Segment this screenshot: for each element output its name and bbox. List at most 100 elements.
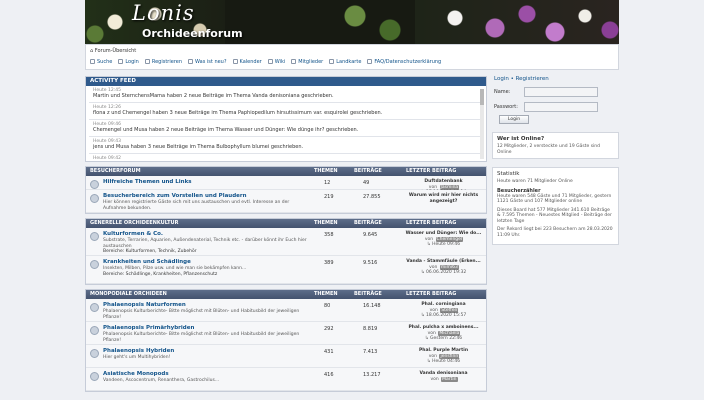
forum-read-icon	[90, 372, 99, 381]
register-link[interactable]: Registrieren	[516, 76, 549, 82]
name-input[interactable]	[524, 87, 598, 97]
forum-row[interactable]: Phalaenopsis Naturformen Phalaenopsis Kul…	[86, 299, 486, 322]
forum-row[interactable]: Besucherbereich zum Vorstellen und Plaud…	[86, 190, 486, 213]
orchid-image-right	[415, 0, 619, 44]
last-post-date-text[interactable]: Heute 04:46	[432, 359, 460, 364]
feed-scrollbar[interactable]	[480, 89, 484, 159]
nav-item[interactable]: Login	[118, 59, 139, 65]
forum-row[interactable]: Phalaenopsis Primärhybriden Phalaenopsis …	[86, 322, 486, 345]
last-post: Phal. pulcha x amboinens... von Michaela ↳…	[401, 325, 486, 342]
nav-item-label[interactable]: Wiki	[275, 59, 286, 65]
last-post-user[interactable]: Michaela	[438, 330, 461, 336]
forum-read-icon	[90, 232, 99, 241]
last-post-date[interactable]: ↳ Heute 09:46	[401, 242, 486, 248]
login-button[interactable]: Login	[499, 115, 529, 124]
feed-item[interactable]: Heute 12:45 Martin und SternchensMama hab…	[89, 88, 483, 103]
forum-row[interactable]: Phalaenopsis Hybriden Hier geht's um Mult…	[86, 345, 486, 368]
last-post-user[interactable]: Chemengel	[435, 236, 464, 242]
feed-text[interactable]: Chemengel und Musa haben 2 neue Beiträge…	[93, 127, 483, 133]
forum-category: MONOPODIALE ORCHIDEEN THEMEN BEITRÄGE LETZT…	[85, 289, 487, 392]
breadcrumb-label[interactable]: Forum-Übersicht	[95, 48, 137, 54]
feed-text[interactable]: flona z und Chemengel haben 3 neue Beitr…	[93, 110, 483, 116]
last-post-user[interactable]: jensfinn	[439, 353, 460, 359]
last-post-user[interactable]: Martin	[441, 376, 458, 382]
logo-script[interactable]: Lonis	[132, 1, 195, 25]
forum-row[interactable]: Krankheiten und Schädlinge Insekten, Milb…	[86, 256, 486, 284]
feed-item[interactable]: Heute 12:26 flona z und Chemengel haben 3…	[89, 105, 483, 120]
forum-title[interactable]: Phalaenopsis Hybriden	[103, 348, 174, 354]
nav-item-label[interactable]: Mitglieder	[298, 59, 323, 65]
leaf-image	[335, 0, 415, 44]
forum-posts-count: 7.413	[363, 349, 378, 355]
forum-topics-count: 219	[324, 194, 334, 200]
forum-topics-count: 416	[324, 372, 334, 378]
nav-item[interactable]: Mitglieder	[291, 59, 323, 65]
nav-item-label[interactable]: FAQ/Datenschutzerklärung	[374, 59, 441, 65]
forum-row[interactable]: Kulturformen & Co. Substrate, Terrarien, …	[86, 228, 486, 256]
category-title[interactable]: GENERELLE ORCHIDEENKULTUR	[90, 220, 178, 226]
feed-item[interactable]: Heute 09:46 Chemengel und Musa haben 2 ne…	[89, 122, 483, 137]
nav-links: Suche Login Registrieren Was ist neu? Kalend…	[90, 59, 441, 65]
nav-item[interactable]: Kalender	[232, 59, 262, 65]
forum-title[interactable]: Besucherbereich zum Vorstellen und Plaud…	[103, 193, 247, 199]
forum-description: Phalaenopsis Kulturberichte- Bitte mögli…	[103, 309, 308, 320]
col-last: LETZTER BEITRAG	[406, 291, 457, 297]
breadcrumb[interactable]: ⌂ Forum-Übersicht	[90, 48, 136, 54]
last-post-date[interactable]: ↳ 18.06.2020 15:57	[401, 313, 486, 319]
forum-subforums[interactable]: Bereiche: Schädlinge, Krankheiten, Pflan…	[103, 272, 308, 278]
last-post-user[interactable]: Jasmina	[439, 184, 460, 190]
nav-item[interactable]: Suche	[90, 59, 112, 65]
forum-topics-count: 12	[324, 180, 331, 186]
feed-text[interactable]: Martin und SternchensMama haben 2 neue B…	[93, 93, 483, 99]
feed-text[interactable]: jens und Musa haben 3 neue Beiträge im T…	[93, 144, 483, 150]
last-post-date-text[interactable]: Gestern 22:46	[430, 336, 462, 341]
forum-title[interactable]: Asiatische Monopods	[103, 371, 169, 377]
last-post-title[interactable]: Phal. pulcha x amboinens...	[401, 325, 486, 331]
last-post-user[interactable]: Steffen	[440, 307, 459, 313]
last-post-title[interactable]: Wasser und Dünger: Wie do...	[401, 231, 486, 237]
forum-subforums[interactable]: Bereiche: Kulturformen, Technik, Zubehör	[103, 249, 308, 255]
login-link[interactable]: Login	[494, 76, 509, 82]
last-post-title[interactable]: Vanda - Stammfäule (Erken...	[401, 259, 486, 265]
forum-title[interactable]: Kulturformen & Co.	[103, 231, 163, 237]
password-input[interactable]	[524, 102, 598, 112]
last-post-date[interactable]: ↳ Gestern 22:46	[401, 336, 486, 342]
forum-row[interactable]: Asiatische Monopods Vandeen, Ascocentrum,…	[86, 368, 486, 391]
category-title[interactable]: BESUCHERFORUM	[90, 168, 141, 174]
forum-row[interactable]: Hilfreiche Themen und Links 12 49 Duftdaten…	[86, 176, 486, 195]
last-post-date[interactable]: ↳ 06.06.2020 19:32	[401, 270, 486, 276]
last-post-date-text[interactable]: 18.06.2020 15:57	[426, 313, 466, 318]
forum-title[interactable]: Krankheiten und Schädlinge	[103, 259, 191, 265]
forum-title[interactable]: Phalaenopsis Naturformen	[103, 302, 186, 308]
nav-item-label[interactable]: Suche	[97, 59, 112, 65]
nav-item[interactable]: Wiki	[267, 59, 286, 65]
category-header: GENERELLE ORCHIDEENKULTUR THEMEN BEITRÄGE L…	[86, 219, 486, 228]
forum-title[interactable]: Phalaenopsis Primärhybriden	[103, 325, 194, 331]
nav-item-label[interactable]: Landkarte	[336, 59, 361, 65]
by-label: von	[428, 353, 438, 359]
visitors-text: Heute waren 548 Gäste und 71 Mitglieder,…	[497, 193, 612, 205]
last-post-user[interactable]: mimi63	[439, 264, 459, 270]
feed-scrollbar-thumb[interactable]	[480, 89, 484, 105]
forum-read-icon	[90, 260, 99, 269]
forum-desc-text: Insekten, Milben, Pilze usw. und wie man…	[103, 266, 247, 271]
last-post-date-text[interactable]: Heute 09:46	[432, 242, 460, 247]
nav-item[interactable]: Registrieren	[144, 59, 182, 65]
nav-item-label[interactable]: Registrieren	[152, 59, 182, 65]
logo-title[interactable]: Orchideenforum	[142, 27, 243, 40]
last-post-date[interactable]: ↳ Heute 04:46	[401, 359, 486, 365]
forum-read-icon	[90, 194, 99, 203]
nav-item-label[interactable]: Was ist neu?	[195, 59, 227, 65]
nav-item[interactable]: FAQ/Datenschutzerklärung	[367, 59, 441, 65]
last-post-title[interactable]: Warum wird mir hier nichts angezeigt?	[401, 193, 486, 204]
nav-item[interactable]: Landkarte	[329, 59, 361, 65]
feed-item[interactable]: Heute 09:43 jens und Musa haben 3 neue Be…	[89, 139, 483, 154]
nav-item-label[interactable]: Login	[125, 59, 139, 65]
forum-title[interactable]: Hilfreiche Themen und Links	[103, 179, 192, 185]
last-post-date-text[interactable]: 06.06.2020 19:32	[426, 270, 466, 275]
login-separator: •	[510, 76, 514, 82]
category-title[interactable]: MONOPODIALE ORCHIDEEN	[90, 291, 167, 297]
by-label: von	[424, 236, 434, 242]
nav-item[interactable]: Was ist neu?	[188, 59, 227, 65]
nav-item-label[interactable]: Kalender	[240, 59, 262, 65]
